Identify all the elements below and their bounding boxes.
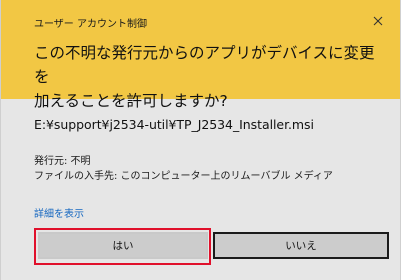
- publisher-line: 発行元: 不明: [34, 156, 91, 167]
- source-line: ファイルの入手先: このコンピューター上のリムーバブル メディア: [34, 171, 333, 182]
- no-button[interactable]: いいえ: [213, 232, 389, 259]
- uac-dialog: ユーザー アカウント制御 この不明な発行元からのアプリがデバイスに変更を 加える…: [0, 0, 401, 280]
- file-path: E:¥support¥j2534-util¥TP_J2534_Installer…: [34, 117, 314, 132]
- show-details-link[interactable]: 詳細を表示: [34, 205, 84, 220]
- close-button[interactable]: [367, 10, 389, 32]
- dialog-header: ユーザー アカウント制御 この不明な発行元からのアプリがデバイスに変更を 加える…: [1, 0, 400, 110]
- publisher-info: 発行元: 不明 ファイルの入手先: このコンピューター上のリムーバブル メディア: [34, 154, 333, 184]
- close-icon: [373, 16, 383, 26]
- dialog-title: ユーザー アカウント制御: [34, 19, 147, 30]
- yes-button[interactable]: はい: [38, 232, 208, 259]
- dialog-question: この不明な発行元からのアプリがデバイスに変更を 加えることを許可しますか?: [34, 44, 375, 110]
